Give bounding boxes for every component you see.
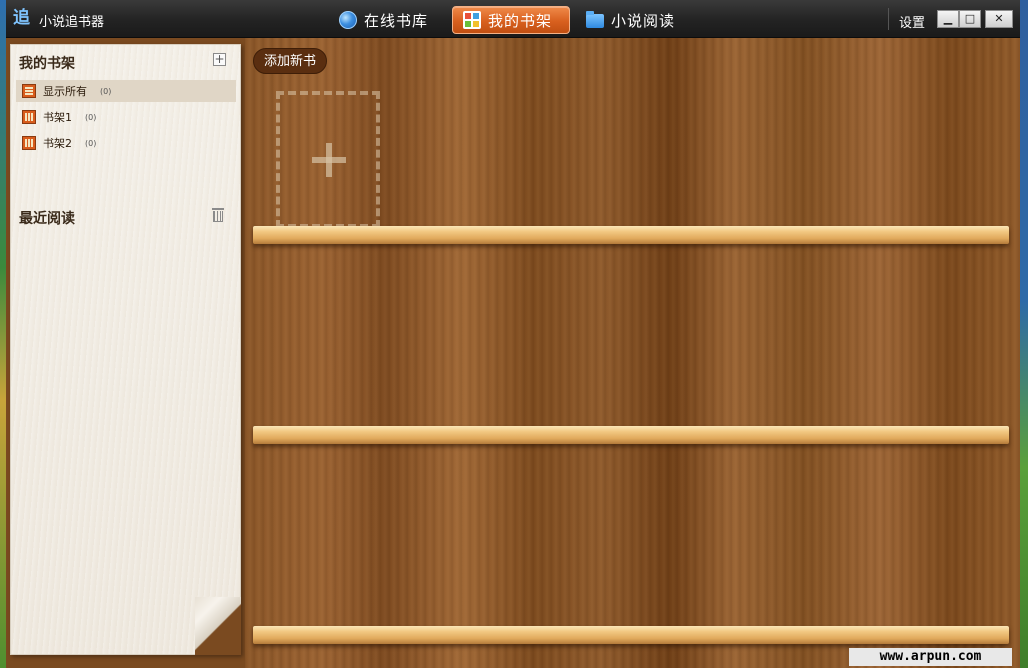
title-bar: 追 小说追书器 在线书库 我的书架 小说阅读 设置 ▁ □ ✕ (6, 0, 1020, 38)
list-icon (22, 84, 36, 98)
app-window: 追 小说追书器 在线书库 我的书架 小说阅读 设置 ▁ □ ✕ 我的书架 + 显… (6, 0, 1020, 668)
sidebar-item-shelf-1[interactable]: 书架1 (0) (16, 106, 236, 128)
app-title: 小说追书器 (39, 15, 105, 30)
tab-my-bookshelf[interactable]: 我的书架 (452, 6, 570, 34)
plus-icon-bar (312, 157, 346, 163)
add-shelf-icon[interactable]: + (213, 53, 226, 66)
sidebar-item-label: 书架2 (43, 137, 72, 150)
maximize-button[interactable]: □ (959, 10, 981, 28)
tab-my-bookshelf-label: 我的书架 (488, 11, 553, 30)
sidebar-item-label: 显示所有 (43, 85, 87, 98)
sidebar-item-shelf-2[interactable]: 书架2 (0) (16, 132, 236, 154)
bookshelf-section-header: 我的书架 (19, 56, 75, 72)
bookshelf-icon (463, 11, 481, 29)
title-divider (888, 8, 889, 30)
sidebar-item-count: (0) (100, 86, 112, 96)
shelf-board-2 (253, 426, 1009, 444)
trash-icon[interactable] (211, 208, 225, 222)
shelf-board-3 (253, 626, 1009, 644)
add-book-slot[interactable] (276, 91, 380, 228)
sidebar-item-count: (0) (85, 138, 97, 148)
globe-icon (339, 11, 357, 29)
desktop-background-right (1020, 0, 1028, 668)
tab-novel-reading[interactable]: 小说阅读 (576, 6, 685, 34)
sidebar-item-label: 书架1 (43, 111, 72, 124)
tab-online-library[interactable]: 在线书库 (329, 6, 438, 34)
sidebar-item-show-all[interactable]: 显示所有 (0) (16, 80, 236, 102)
recent-reading-header: 最近阅读 (19, 211, 75, 227)
add-book-button[interactable]: 添加新书 (253, 48, 328, 74)
page-curl-decoration (195, 597, 241, 655)
app-logo-icon: 追 (13, 8, 30, 28)
folder-icon (586, 11, 604, 28)
minimize-button[interactable]: ▁ (937, 10, 959, 28)
sidebar-item-count: (0) (85, 112, 97, 122)
bookshelf-icon (22, 110, 36, 124)
tab-online-library-label: 在线书库 (364, 11, 429, 30)
sidebar: 我的书架 + 显示所有 (0) 书架1 (0) 书架2 (0) 最近阅读 (10, 44, 241, 655)
settings-button[interactable]: 设置 (899, 12, 925, 31)
bookshelf-area: 添加新书 (245, 38, 1020, 668)
shelf-board-1 (253, 226, 1009, 244)
close-button[interactable]: ✕ (985, 10, 1013, 28)
tab-novel-reading-label: 小说阅读 (611, 11, 676, 30)
bookshelf-icon (22, 136, 36, 150)
watermark: www.arpun.com (849, 648, 1012, 666)
